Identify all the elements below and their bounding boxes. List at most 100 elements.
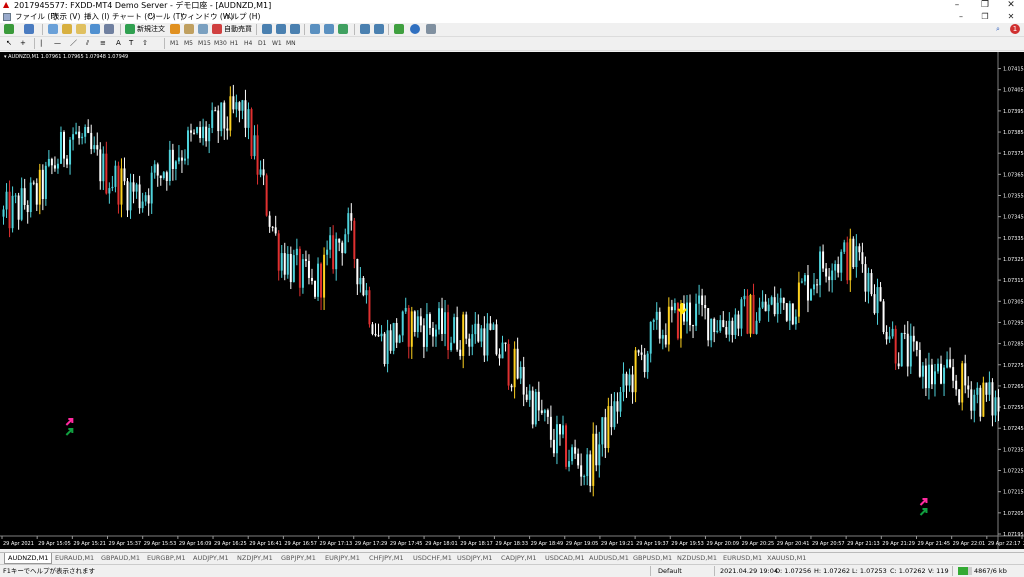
candle-body [177,157,180,162]
chart-tab[interactable]: CADJPY,M1 [498,553,539,563]
cursor-icon[interactable]: ↖ [6,37,12,50]
doc-close-button[interactable]: ✕ [1000,11,1022,22]
maximize-button[interactable]: ❐ [974,0,996,11]
connection-status-icon [958,567,972,575]
candle-body [831,270,834,281]
line-chart-icon[interactable] [290,24,300,34]
timeframe-h1[interactable]: H1 [230,37,238,50]
trendline-icon[interactable]: ／ [70,37,77,50]
timeframe-d1[interactable]: D1 [258,37,266,50]
channel-icon[interactable]: ⫽ [86,37,89,50]
candle-body [419,316,422,326]
price-chart[interactable]: ▾ AUDNZD,M1 1.07961 1.07965 1.07948 1.07… [0,52,1024,549]
menu-view[interactable]: 表示 (V) [52,11,80,23]
auto-trading-button[interactable]: 自動売買 [224,23,252,36]
profiles-icon[interactable] [24,24,34,34]
timeframe-w1[interactable]: W1 [272,37,282,50]
chart-tab[interactable]: AUDUSD,M1 [586,553,632,563]
candle-body [44,165,47,200]
candle-body [438,308,441,330]
chart-tab[interactable]: GBPAUD,M1 [98,553,143,563]
chart-tab[interactable]: NZDJPY,M1 [234,553,276,563]
candle-body [610,406,613,428]
horizontal-line-icon[interactable]: — [54,37,61,50]
navigator-icon[interactable] [76,24,86,34]
chart-tab[interactable]: USDCHF,M1 [410,553,455,563]
timeframe-m1[interactable]: M1 [170,37,179,50]
doc-restore-button[interactable]: ❐ [974,11,996,22]
tile-windows-icon[interactable] [338,24,348,34]
minimize-button[interactable]: – [946,0,968,11]
chart-tab[interactable]: EURUSD,M1 [720,553,765,563]
text-icon[interactable]: A [116,37,121,50]
candle-body [214,110,217,112]
bar-chart-icon[interactable] [262,24,272,34]
timeframe-mn[interactable]: MN [286,37,296,50]
candle-body [32,182,35,184]
menu-insert[interactable]: 挿入 (I) [84,11,109,23]
templates-icon[interactable] [426,24,436,34]
chart-tab[interactable]: EURJPY,M1 [322,553,363,563]
zoom-out-icon[interactable] [324,24,334,34]
candle-body [268,215,271,227]
crosshair-icon[interactable]: + [20,37,26,50]
chart-tab[interactable]: USDCAD,M1 [542,553,588,563]
signals-icon[interactable] [184,24,194,34]
menu-tools[interactable]: ツール (T) [148,11,183,23]
candle-body [534,391,537,425]
status-separator [650,566,651,576]
chart-shift-icon[interactable] [360,24,370,34]
candle-body [286,253,289,275]
candle-body [813,284,816,290]
candle-body [785,303,788,321]
timeframe-h4[interactable]: H4 [244,37,252,50]
vertical-line-icon[interactable]: | [40,37,42,50]
chart-tab[interactable]: GBPUSD,M1 [630,553,675,563]
new-chart-icon[interactable] [4,24,14,34]
chart-tab[interactable]: XAUUSD,M1 [764,553,809,563]
terminal-icon[interactable] [90,24,100,34]
indicators-icon[interactable] [394,24,404,34]
strategy-tester-icon[interactable] [104,24,114,34]
autoscroll-icon[interactable] [374,24,384,34]
price-tick-label: 1.07385 [1003,130,1024,136]
doc-minimize-button[interactable]: – [950,11,972,22]
auto-trading-icon[interactable] [212,24,222,34]
timeframe-m15[interactable]: M15 [198,37,211,50]
candle-body [468,338,471,347]
new-order-icon[interactable] [125,24,135,34]
candle-body [937,363,940,372]
candlestick-icon[interactable] [276,24,286,34]
period-icon[interactable] [410,24,420,34]
timeframe-m5[interactable]: M5 [184,37,193,50]
chart-tab[interactable]: CHFJPY,M1 [366,553,407,563]
candle-body [465,314,468,339]
candle-body [752,294,755,334]
metaeditor-icon[interactable] [170,24,180,34]
candle-body [976,387,979,395]
options-icon[interactable] [198,24,208,34]
chart-tab[interactable]: USDJPY,M1 [454,553,495,563]
zoom-in-icon[interactable] [310,24,320,34]
search-icon[interactable]: ⌕ [996,23,1000,36]
fibonacci-icon[interactable]: ≡ [100,37,106,50]
notification-icon[interactable]: 1 [1010,24,1020,34]
data-window-icon[interactable] [62,24,72,34]
label-icon[interactable]: T [129,37,133,50]
new-order-button[interactable]: 新規注文 [137,23,165,36]
chart-tab[interactable]: AUDNZD,M1 [4,553,53,564]
timeframe-m30[interactable]: M30 [214,37,227,50]
arrows-icon[interactable]: ⇧ [142,37,148,50]
candle-body [888,336,891,340]
market-watch-icon[interactable] [48,24,58,34]
candle-body [489,323,492,330]
candle-body [138,184,141,209]
candle-body [982,382,985,417]
close-button[interactable]: ✕ [1000,0,1022,11]
chart-tab[interactable]: EURAUD,M1 [52,553,97,563]
chart-tab[interactable]: NZDUSD,M1 [674,553,720,563]
chart-tab[interactable]: GBPJPY,M1 [278,553,319,563]
chart-tab[interactable]: EURGBP,M1 [144,553,189,563]
menu-help[interactable]: ヘルプ (H) [224,11,260,23]
chart-tab[interactable]: AUDJPY,M1 [190,553,232,563]
